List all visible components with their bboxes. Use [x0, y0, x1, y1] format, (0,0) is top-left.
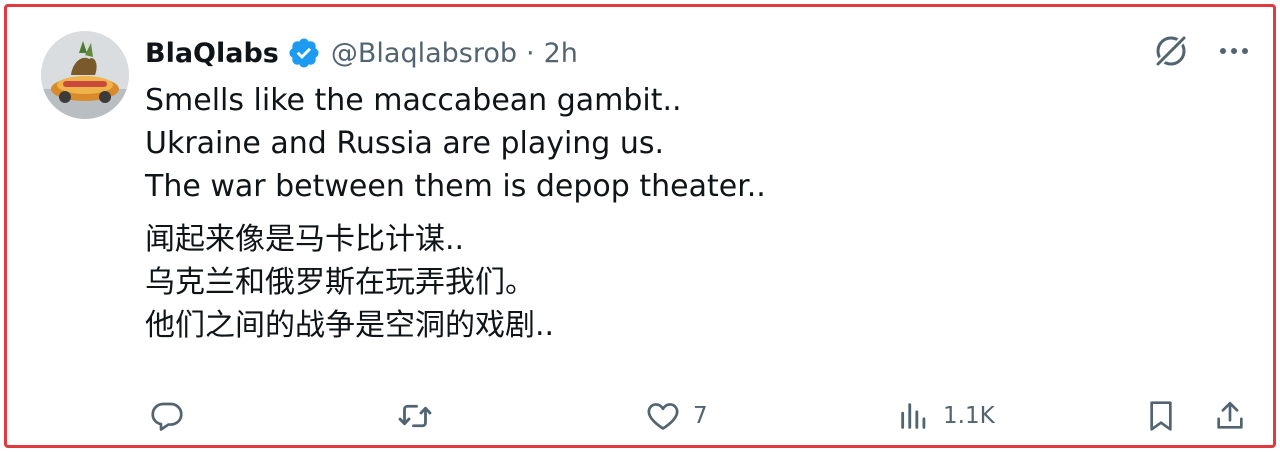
like-count: 7 — [693, 403, 708, 429]
tweet-top-actions — [1151, 31, 1251, 71]
views-button[interactable]: 1.1K — [897, 393, 995, 439]
avatar[interactable] — [41, 31, 129, 119]
reply-icon — [151, 402, 183, 431]
grok-button[interactable] — [1151, 31, 1191, 71]
like-button[interactable]: 7 — [645, 393, 708, 439]
views-count: 1.1K — [943, 403, 995, 429]
bookmark-button[interactable] — [1145, 393, 1177, 439]
reply-button[interactable] — [149, 393, 197, 439]
tweet-text-english: Smells like the maccabean gambit.. Ukrai… — [145, 79, 1225, 208]
tweet-card: BlaQlabs @Blaqlabsrob · 2h Smells like t… — [4, 4, 1276, 448]
more-options-button[interactable] — [1217, 31, 1251, 71]
text-line: Smells like the maccabean gambit.. — [145, 83, 682, 118]
text-line: 乌克兰和俄罗斯在玩弄我们。 — [145, 265, 535, 300]
bookmark-icon — [1150, 401, 1172, 431]
text-line: Ukraine and Russia are playing us. — [145, 126, 665, 161]
heart-icon — [647, 403, 679, 430]
share-icon — [1217, 401, 1243, 429]
tweet-action-bar: 7 1.1K — [149, 393, 1255, 439]
share-button[interactable] — [1213, 393, 1247, 439]
tweet-timestamp[interactable]: 2h — [544, 38, 578, 69]
retweet-icon — [398, 404, 432, 428]
grok-icon — [1152, 32, 1190, 70]
retweet-button[interactable] — [395, 393, 447, 439]
more-icon — [1220, 48, 1248, 54]
views-icon — [901, 403, 926, 429]
verified-badge-icon[interactable] — [287, 36, 321, 70]
tweet-text-chinese: 闻起来像是马卡比计谋.. 乌克兰和俄罗斯在玩弄我们。 他们之间的战争是空洞的戏剧… — [145, 218, 1225, 347]
header-separator: · — [526, 37, 535, 69]
text-line: 他们之间的战争是空洞的戏剧.. — [145, 308, 555, 343]
tweet-header: BlaQlabs @Blaqlabsrob · 2h — [145, 33, 578, 73]
author-display-name[interactable]: BlaQlabs — [145, 38, 279, 69]
text-line: 闻起来像是马卡比计谋.. — [145, 222, 465, 257]
toy-car-avatar-icon — [41, 31, 129, 119]
author-handle[interactable]: @Blaqlabsrob — [331, 38, 517, 69]
tweet-text: Smells like the maccabean gambit.. Ukrai… — [145, 79, 1225, 347]
text-line: The war between them is depop theater.. — [145, 169, 766, 204]
